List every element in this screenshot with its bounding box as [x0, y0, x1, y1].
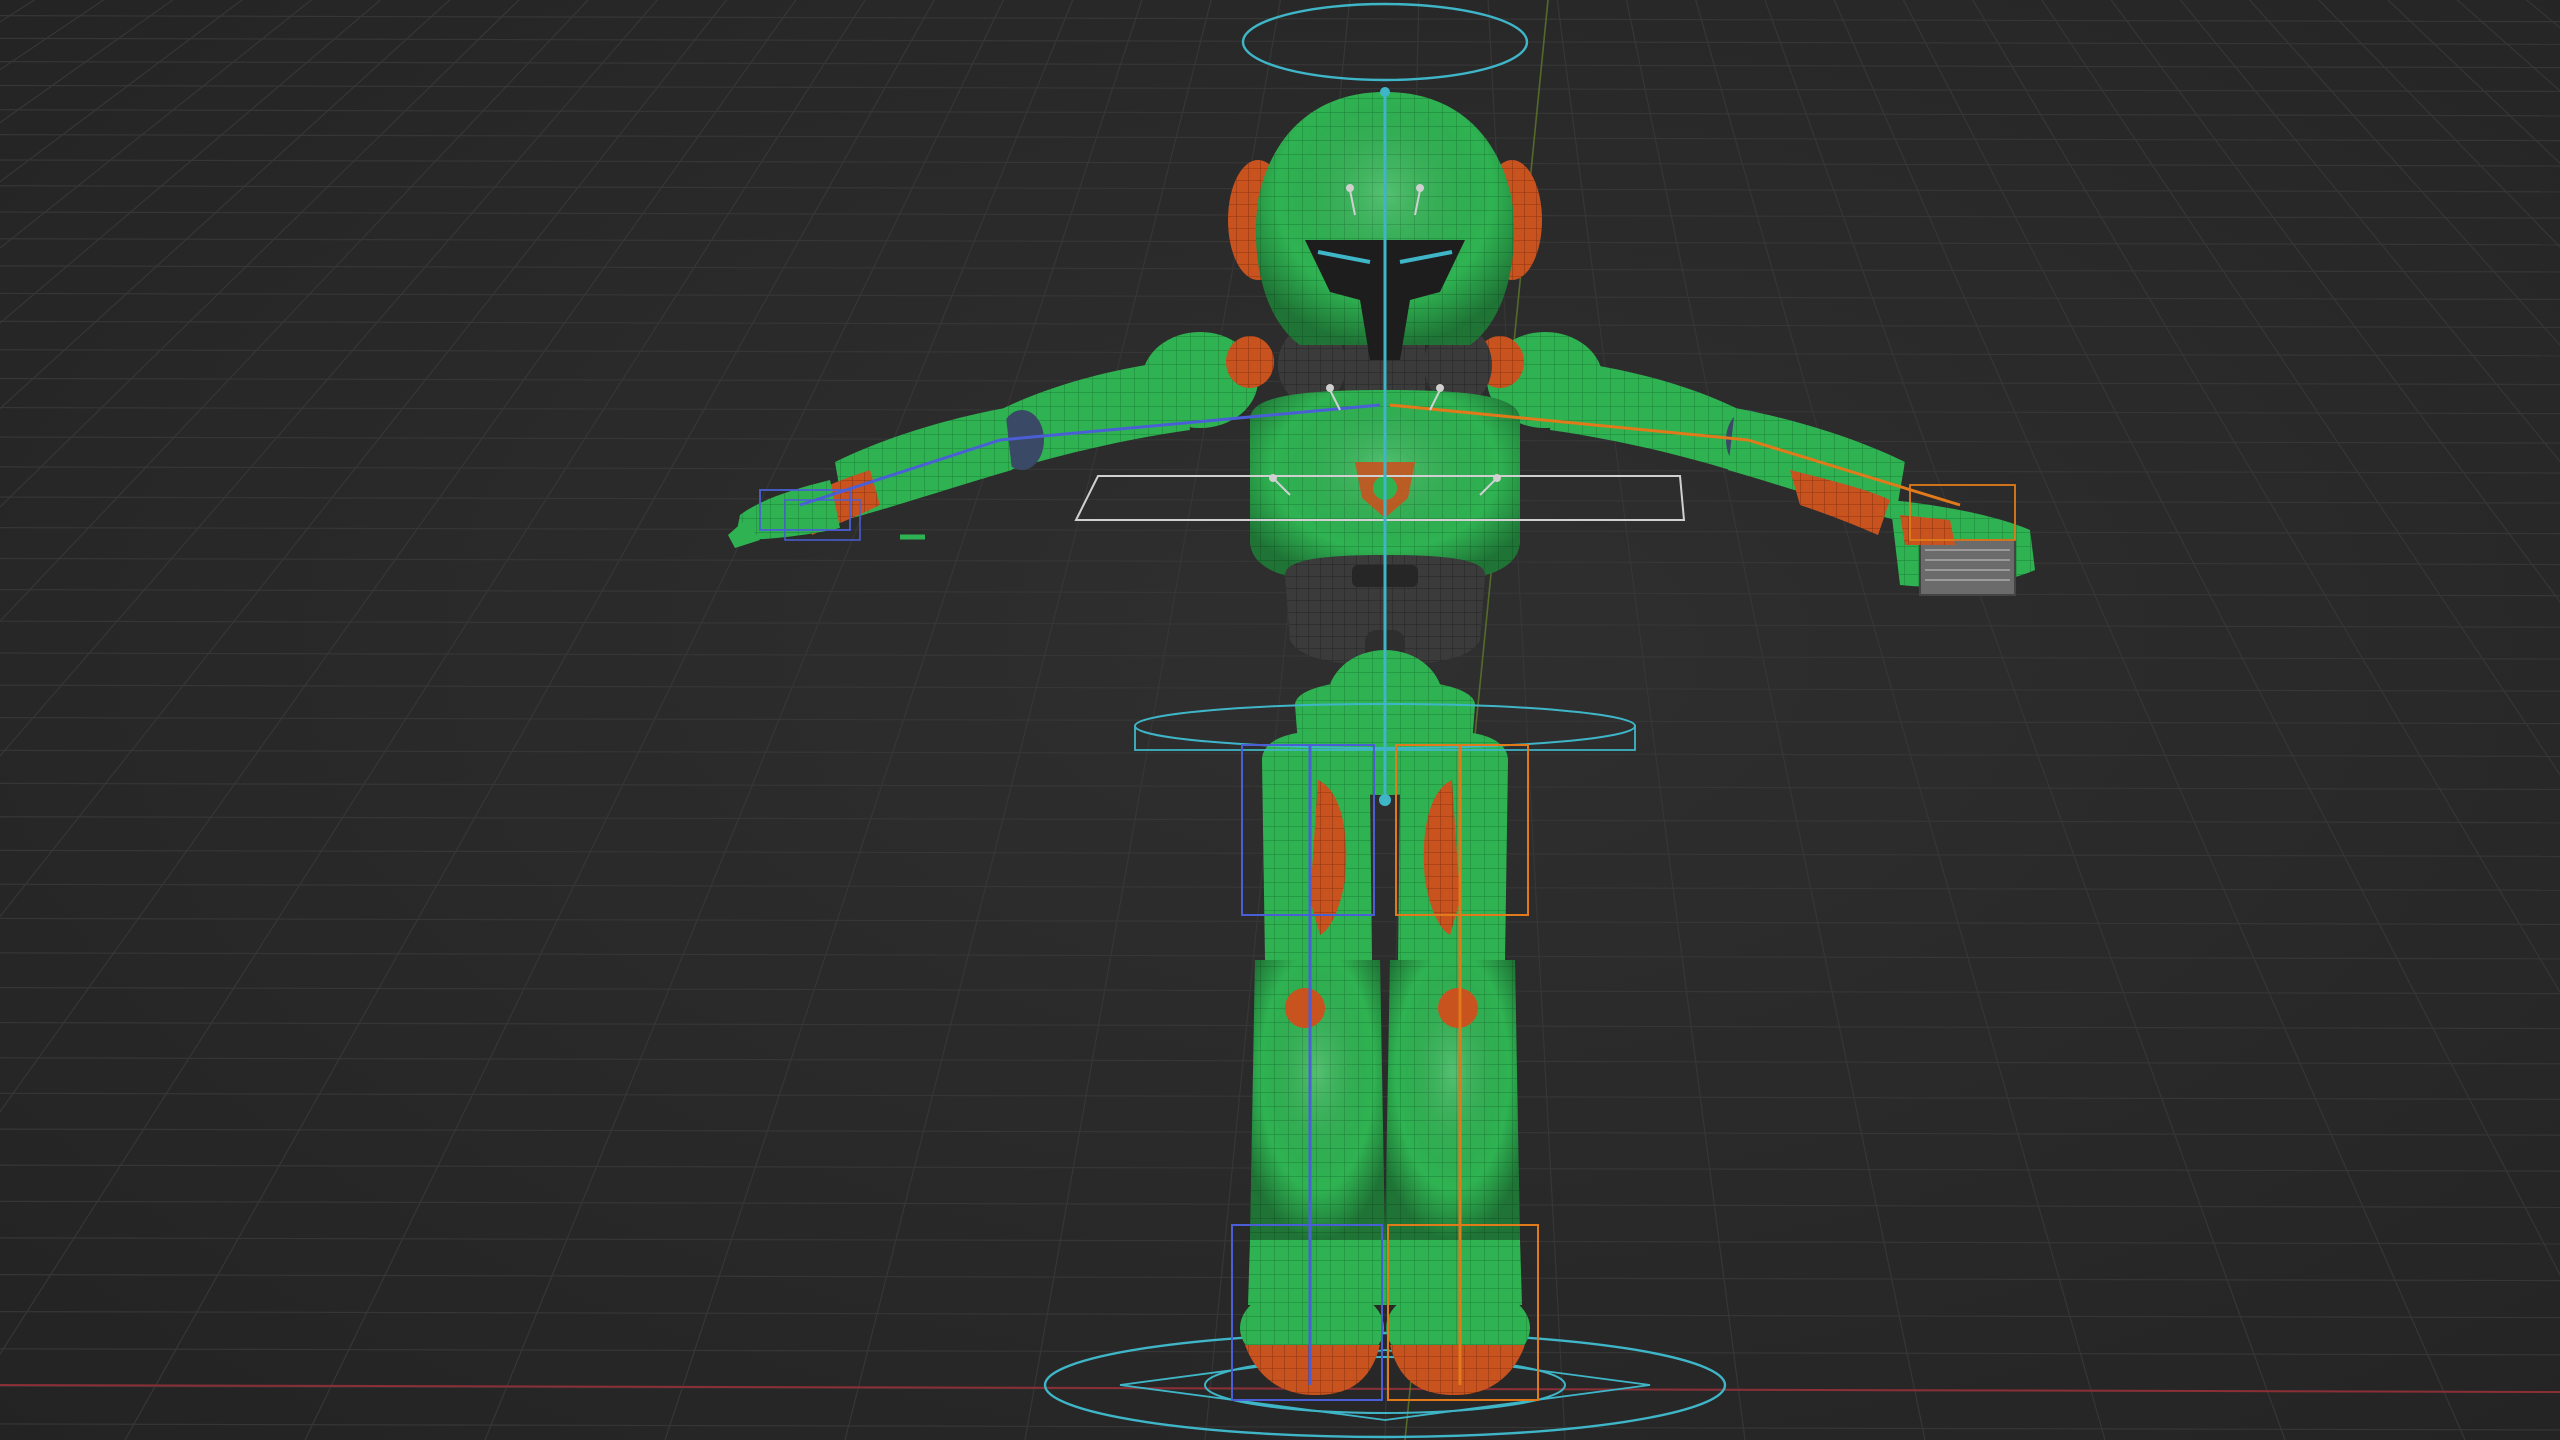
right-leg[interactable] — [1382, 732, 1530, 1395]
3d-viewport[interactable] — [0, 0, 2560, 1440]
viewport-canvas[interactable] — [0, 0, 2560, 1440]
right-arm[interactable] — [1476, 332, 2035, 596]
left-leg[interactable] — [1240, 732, 1388, 1395]
